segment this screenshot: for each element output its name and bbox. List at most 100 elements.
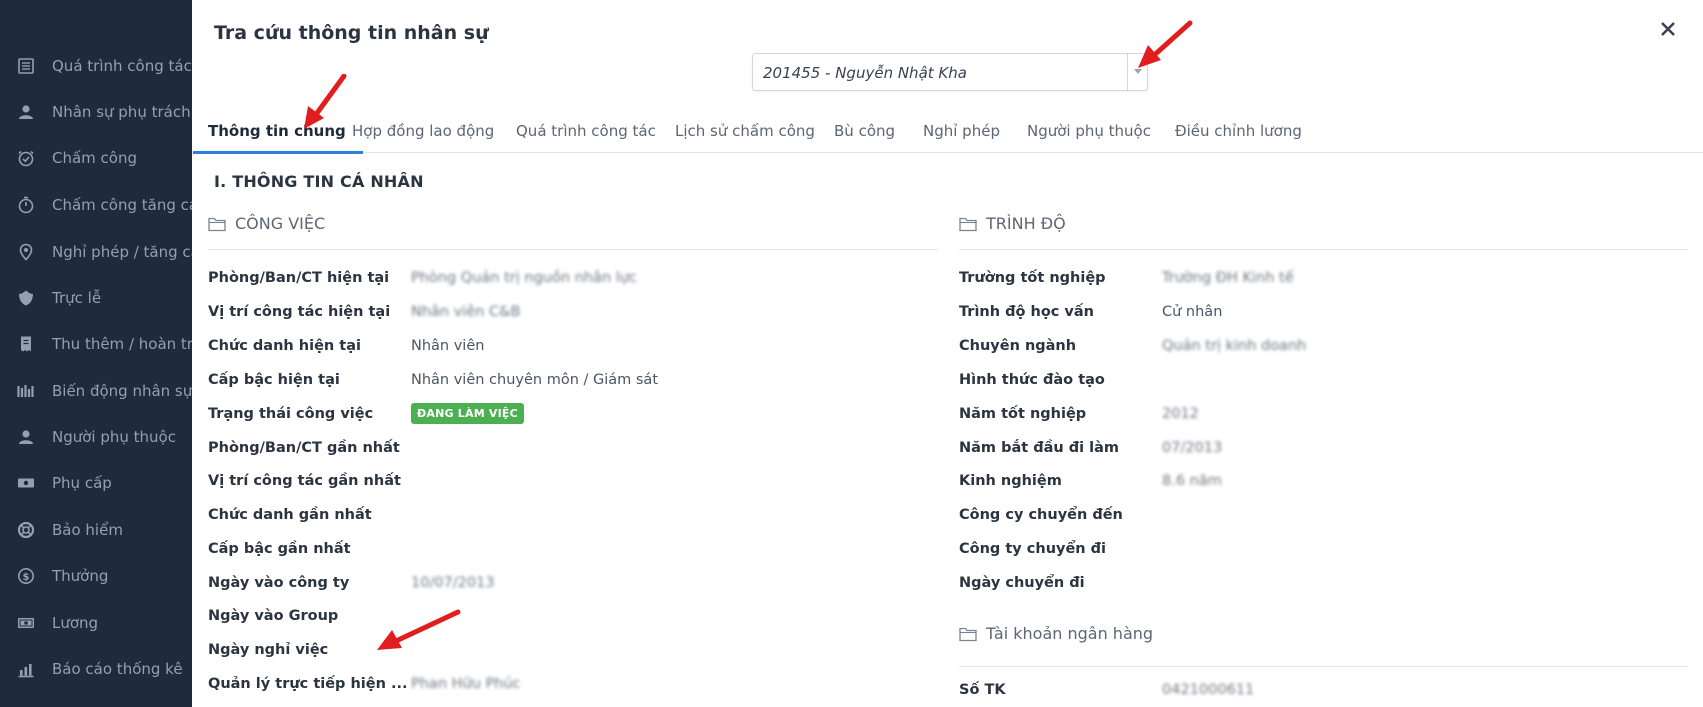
sidebar-item-label: Bảo hiểm	[52, 521, 123, 539]
tab-dependents[interactable]: Người phụ thuộc	[1027, 115, 1151, 153]
tab-bar: Thông tin chung Hợp đồng lao động Quá tr…	[192, 115, 1703, 154]
work-row: Vị trí công tác hiện tại Nhân viên C&B	[208, 300, 938, 324]
sidebar-item-label: Chấm công tăng ca	[52, 196, 192, 214]
work-row: Ngày vào Group	[208, 604, 938, 628]
folder-icon	[959, 216, 977, 232]
shield-icon	[16, 288, 36, 308]
sidebar-item-work-history[interactable]: Quá trình công tác n	[0, 46, 192, 86]
sidebar-item-salary[interactable]: Lương	[0, 603, 192, 643]
employee-lookup-modal: Tra cứu thông tin nhân sự 201455 - Nguyễ…	[192, 0, 1703, 707]
sidebar-item-label: Thưởng	[52, 567, 109, 585]
tab-attendance-history[interactable]: Lịch sử chấm công	[675, 115, 815, 153]
wave-icon	[16, 381, 36, 401]
sidebar-item-overtime-attendance[interactable]: Chấm công tăng ca	[0, 185, 192, 225]
work-row: Chức danh gần nhất	[208, 503, 938, 527]
field-value: Quản trị kinh doanh	[1162, 338, 1307, 354]
field-label: Cấp bậc hiện tại	[208, 372, 340, 388]
field-label: Hình thức đào tạo	[959, 372, 1105, 388]
sidebar-item-label: Thu thêm / hoàn trả	[52, 335, 192, 353]
sidebar-item-insurance[interactable]: Bảo hiểm	[0, 510, 192, 550]
education-row: Công ty chuyển đi	[959, 537, 1688, 561]
field-label: Phòng/Ban/CT hiện tại	[208, 270, 390, 286]
field-label: Phòng/Ban/CT gần nhất	[208, 440, 400, 456]
education-row: Năm bắt đầu đi làm 07/2013	[959, 436, 1688, 460]
sidebar-item-leave-overtime[interactable]: Nghỉ phép / tăng ca	[0, 232, 192, 272]
section-heading: I. THÔNG TIN CÁ NHÂN	[214, 172, 424, 191]
tab-salary-adjustment[interactable]: Điều chỉnh lương	[1175, 115, 1302, 153]
folder-icon	[959, 626, 977, 642]
sidebar-item-label: Lương	[52, 614, 99, 632]
field-label: Trường tốt nghiệp	[959, 270, 1106, 286]
sidebar: Quá trình công tác n Nhân sự phụ trách C…	[0, 0, 192, 707]
sidebar-item-label: Nghỉ phép / tăng ca	[52, 243, 192, 261]
field-value: Phòng Quản trị nguồn nhân lực	[411, 270, 637, 286]
field-value: 10/07/2013	[411, 575, 495, 591]
work-row: Trạng thái công việc ĐANG LÀM VIỆC	[208, 402, 938, 426]
employee-select[interactable]: 201455 - Nguyễn Nhật Kha	[752, 53, 1148, 91]
sidebar-item-attendance[interactable]: Chấm công	[0, 138, 192, 178]
field-label: Số TK	[959, 682, 1006, 698]
tab-leave[interactable]: Nghỉ phép	[923, 115, 1000, 153]
divider	[208, 249, 938, 250]
sidebar-item-label: Báo cáo thống kê	[52, 660, 183, 678]
annotation-arrow-icon	[304, 74, 347, 129]
field-value: 2012	[1162, 406, 1199, 422]
sidebar-item-reports[interactable]: Báo cáo thống kê	[0, 649, 192, 689]
close-button[interactable]	[1655, 16, 1681, 42]
field-label: Chức danh hiện tại	[208, 338, 361, 354]
sidebar-item-label: Chấm công	[52, 149, 138, 167]
folder-icon	[208, 216, 226, 232]
sidebar-item-bonus[interactable]: $ Thưởng	[0, 556, 192, 596]
field-label: Trạng thái công việc	[208, 406, 374, 422]
field-value: 07/2013	[1162, 440, 1223, 456]
sidebar-item-label: Người phụ thuộc	[52, 428, 176, 446]
user-icon	[16, 427, 36, 447]
field-label: Chuyên ngành	[959, 338, 1077, 354]
sidebar-item-label: Nhân sự phụ trách	[52, 103, 191, 121]
work-row: Cấp bậc gần nhất	[208, 537, 938, 561]
sidebar-item-staff-changes[interactable]: Biến động nhân sự	[0, 371, 192, 411]
modal-title: Tra cứu thông tin nhân sự	[214, 22, 489, 44]
education-row: Trình độ học vấn Cử nhân	[959, 300, 1688, 324]
field-label: Vị trí công tác hiện tại	[208, 304, 391, 320]
sidebar-item-managed-staff[interactable]: Nhân sự phụ trách	[0, 92, 192, 132]
sidebar-item-dependents[interactable]: Người phụ thuộc	[0, 417, 192, 457]
divider	[959, 666, 1688, 667]
work-row: Phòng/Ban/CT gần nhất	[208, 436, 938, 460]
employee-select-value: 201455 - Nguyễn Nhật Kha	[763, 64, 967, 82]
work-row: Cấp bậc hiện tại Nhân viên chuyên môn / …	[208, 368, 938, 392]
status-badge: ĐANG LÀM VIỆC	[411, 403, 524, 424]
stopwatch-icon	[16, 195, 36, 215]
list-icon	[16, 56, 36, 76]
work-row: Ngày nghỉ việc	[208, 638, 938, 662]
sidebar-item-extra-refund[interactable]: Thu thêm / hoàn trả	[0, 324, 192, 364]
tab-work-history[interactable]: Quá trình công tác	[516, 115, 656, 153]
annotation-arrow-icon	[1138, 20, 1193, 68]
field-label: Ngày vào Group	[208, 608, 339, 624]
field-label: Năm tốt nghiệp	[959, 406, 1087, 422]
divider	[959, 249, 1688, 250]
field-label: Công cy chuyển đến	[959, 507, 1123, 523]
work-group-title: CÔNG VIỆC	[208, 214, 325, 233]
cash-icon	[16, 613, 36, 633]
annotation-arrow-icon	[377, 609, 461, 650]
money-icon	[16, 473, 36, 493]
sidebar-item-label: Trực lễ	[52, 289, 102, 307]
sidebar-item-more[interactable]	[0, 696, 192, 707]
user-icon	[16, 102, 36, 122]
field-value: 8.6 năm	[1162, 473, 1222, 489]
sidebar-item-holiday-duty[interactable]: Trực lễ	[0, 278, 192, 318]
tab-compensatory[interactable]: Bù công	[834, 115, 895, 153]
field-label: Năm bắt đầu đi làm	[959, 440, 1120, 456]
bank-group-title-text: Tài khoản ngân hàng	[986, 624, 1154, 643]
field-label: Kinh nghiệm	[959, 473, 1062, 489]
location-icon	[16, 242, 36, 262]
tab-labor-contract[interactable]: Hợp đồng lao động	[352, 115, 494, 153]
lifebuoy-icon	[16, 520, 36, 540]
education-row: Hình thức đào tạo	[959, 368, 1688, 392]
education-row: Chuyên ngành Quản trị kinh doanh	[959, 334, 1688, 358]
bank-group-title: Tài khoản ngân hàng	[959, 624, 1153, 643]
education-row: Công cy chuyển đến	[959, 503, 1688, 527]
sidebar-item-label: Quá trình công tác n	[52, 57, 192, 75]
sidebar-item-allowance[interactable]: Phụ cấp	[0, 463, 192, 503]
